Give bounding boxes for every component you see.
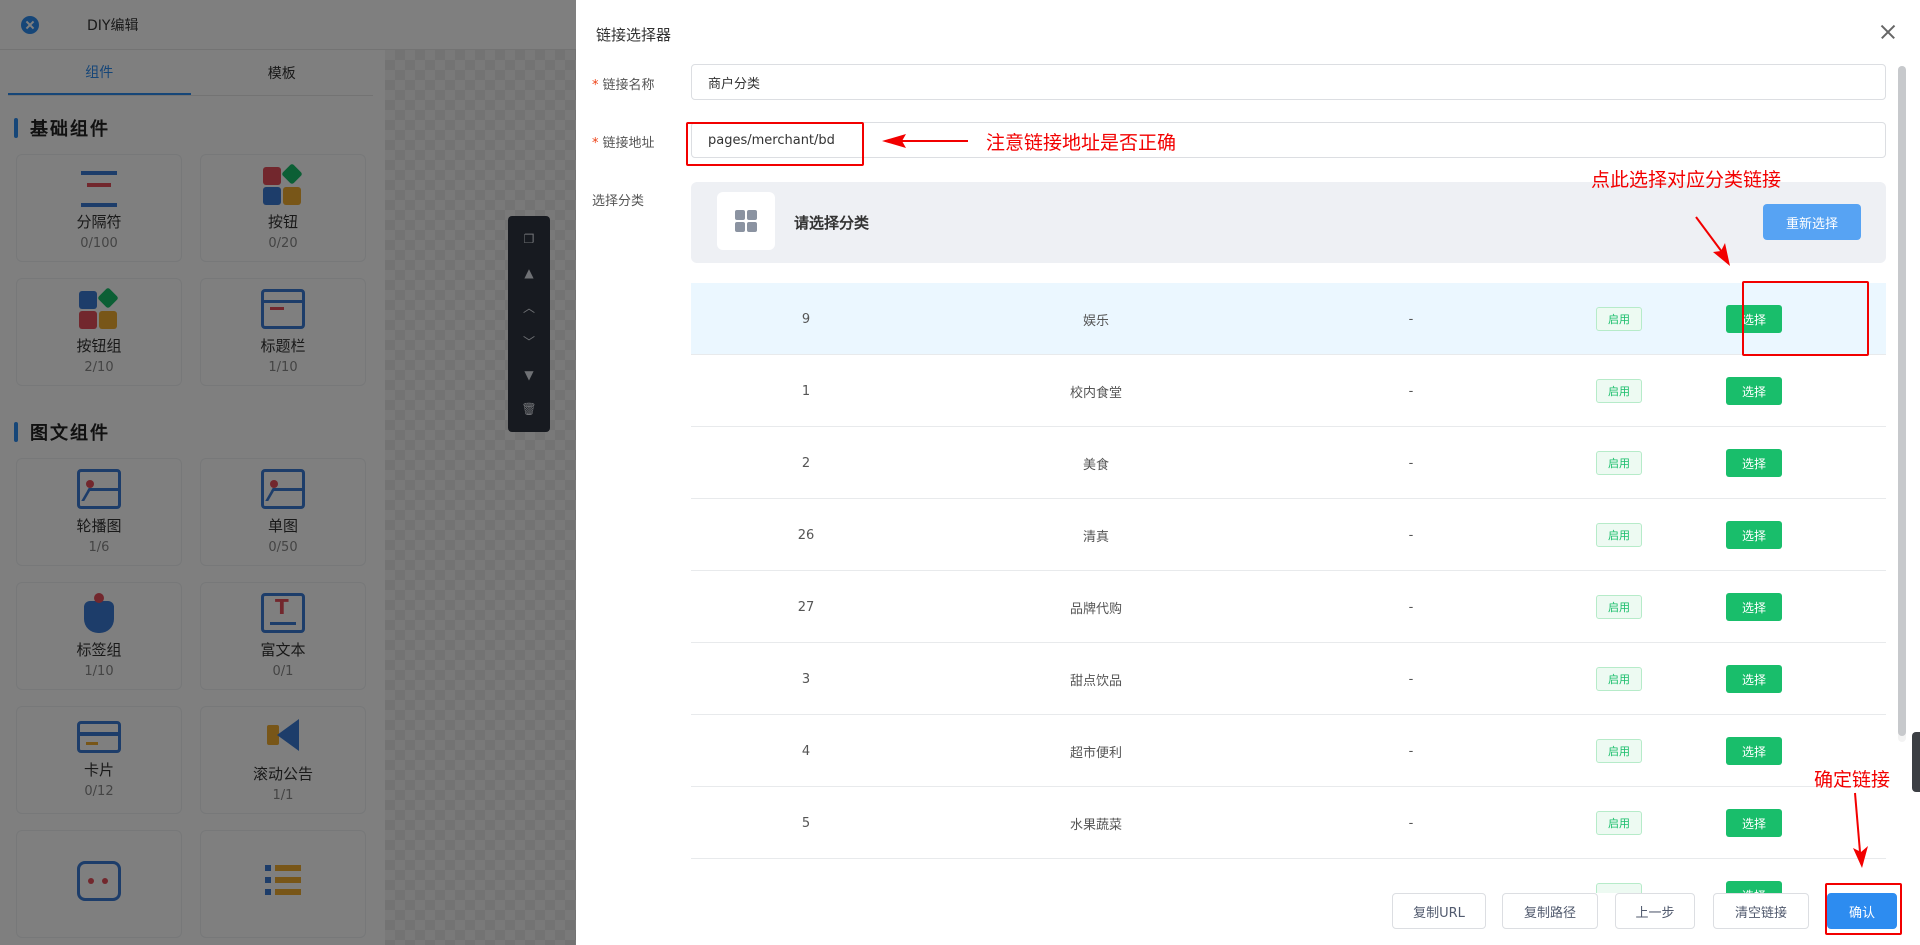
select-button[interactable]: 选择 — [1726, 449, 1782, 477]
drawer-title: 链接选择器 — [596, 26, 672, 44]
row-id: 26 — [797, 527, 815, 543]
drawer-footer: 复制URL 复制路径 上一步 清空链接 确认 — [576, 893, 1920, 945]
status-badge: 启用 — [1596, 811, 1642, 835]
category-label: 选择分类 — [592, 194, 645, 209]
row-id: 27 — [797, 599, 815, 615]
link-name-label: * 链接名称 — [592, 78, 655, 93]
row-name: 娱乐 — [1082, 313, 1109, 329]
status-badge: 启用 — [1596, 451, 1642, 475]
reselect-button[interactable]: 重新选择 — [1763, 204, 1861, 240]
table-row: 9 娱乐 - 启用 选择 — [691, 283, 1886, 355]
row-desc: - — [1408, 671, 1414, 687]
select-button[interactable]: 选择 — [1726, 593, 1782, 621]
row-id: 3 — [801, 671, 811, 687]
annotation-select-note: 点此选择对应分类链接 — [1591, 169, 1782, 191]
row-name: 超市便利 — [1069, 745, 1122, 761]
link-url-label: * 链接地址 — [592, 136, 655, 151]
row-desc: - — [1408, 383, 1414, 399]
table-row: 1 校内食堂 - 启用 选择 — [691, 355, 1886, 427]
category-table: 9 娱乐 - 启用 选择 1 校内食堂 - 启用 选择 2 美食 - 启用 选择… — [691, 283, 1886, 893]
row-id: 9 — [801, 311, 811, 327]
link-name-input[interactable]: 商户分类 — [691, 64, 1886, 100]
row-desc: - — [1408, 527, 1414, 543]
clear-link-button[interactable]: 清空链接 — [1713, 893, 1809, 929]
row-name: 清真 — [1082, 529, 1109, 545]
annotation-url-note: 注意链接地址是否正确 — [986, 132, 1177, 154]
row-desc: - — [1408, 815, 1414, 831]
side-handle[interactable] — [1912, 732, 1920, 792]
scrollbar[interactable] — [1898, 66, 1906, 742]
select-button[interactable]: 选择 — [1726, 737, 1782, 765]
prev-step-button[interactable]: 上一步 — [1615, 893, 1695, 929]
table-row: 选择 — [691, 859, 1886, 893]
row-name: 品牌代购 — [1069, 601, 1122, 617]
annotation-confirm-box — [1825, 883, 1902, 935]
row-name: 校内食堂 — [1069, 385, 1122, 401]
table-row: 5 水果蔬菜 - 启用 选择 — [691, 787, 1886, 859]
category-placeholder: 请选择分类 — [794, 214, 870, 232]
status-badge: 启用 — [1596, 307, 1642, 331]
row-id: 2 — [801, 455, 811, 471]
table-row: 4 超市便利 - 启用 选择 — [691, 715, 1886, 787]
row-id: 1 — [801, 383, 811, 399]
row-name: 水果蔬菜 — [1069, 817, 1122, 833]
scrollbar-thumb[interactable] — [1898, 66, 1906, 736]
status-badge: 启用 — [1596, 595, 1642, 619]
select-button[interactable]: 选择 — [1726, 809, 1782, 837]
status-badge: 启用 — [1596, 739, 1642, 763]
table-row: 2 美食 - 启用 选择 — [691, 427, 1886, 499]
status-badge: 启用 — [1596, 667, 1642, 691]
row-id: 5 — [801, 815, 811, 831]
select-button[interactable]: 选择 — [1726, 665, 1782, 693]
row-desc: - — [1408, 599, 1414, 615]
copy-path-button[interactable]: 复制路径 — [1502, 893, 1598, 929]
select-button[interactable]: 选择 — [1726, 521, 1782, 549]
category-selector: 请选择分类 重新选择 — [691, 182, 1886, 263]
status-badge — [1596, 883, 1642, 893]
table-row: 27 品牌代购 - 启用 选择 — [691, 571, 1886, 643]
select-button[interactable]: 选择 — [1726, 881, 1782, 893]
row-desc: - — [1408, 311, 1414, 327]
table-row: 3 甜点饮品 - 启用 选择 — [691, 643, 1886, 715]
row-desc: - — [1408, 455, 1414, 471]
row-id: 4 — [801, 743, 811, 759]
annotation-url-box — [686, 122, 864, 166]
row-desc: - — [1408, 743, 1414, 759]
status-badge: 启用 — [1596, 379, 1642, 403]
row-name: 甜点饮品 — [1069, 673, 1122, 689]
select-button[interactable]: 选择 — [1726, 377, 1782, 405]
annotation-select-box — [1742, 281, 1869, 356]
copy-url-button[interactable]: 复制URL — [1392, 893, 1486, 929]
annotation-confirm-note: 确定链接 — [1814, 769, 1891, 791]
close-icon[interactable] — [1878, 22, 1898, 42]
link-url-input[interactable]: pages/merchant/bd — [691, 122, 1886, 158]
category-grid-icon — [717, 192, 775, 250]
status-badge: 启用 — [1596, 523, 1642, 547]
table-row: 26 清真 - 启用 选择 — [691, 499, 1886, 571]
row-name: 美食 — [1082, 457, 1109, 473]
